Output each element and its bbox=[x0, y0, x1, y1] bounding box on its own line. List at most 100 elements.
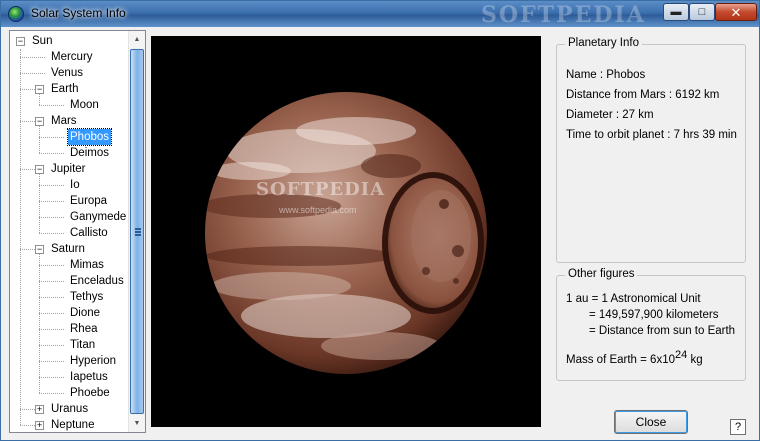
tree-item-label: Titan bbox=[70, 339, 96, 351]
tree-connector bbox=[39, 345, 64, 346]
tree-list: − Sun Mercury Venus − Earth Moon − Mars Phobos Dei… bbox=[10, 31, 128, 432]
info-distance: Distance from Mars : 6192 km bbox=[566, 89, 720, 101]
tree-item-label: Enceladus bbox=[70, 275, 124, 287]
earth-mass-unit: kg bbox=[690, 353, 703, 366]
tree-item-label: Callisto bbox=[70, 227, 108, 239]
collapse-icon[interactable]: − bbox=[35, 245, 44, 254]
info-orbit-time: Time to orbit planet : 7 hrs 39 min bbox=[566, 129, 737, 141]
tree-connector bbox=[20, 49, 21, 425]
titlebar-watermark: SOFTPEDIA bbox=[481, 2, 646, 28]
tree-item-label: Mercury bbox=[51, 51, 93, 63]
other-figures-group: Other figures 1 au = 1 Astronomical Unit… bbox=[556, 268, 746, 381]
earth-mass-prefix: Mass of Earth = 6x10 bbox=[566, 353, 675, 366]
close-button[interactable]: Close bbox=[614, 410, 688, 434]
globe-icon bbox=[8, 6, 24, 22]
tree-item-label: Uranus bbox=[51, 403, 89, 415]
tree-item-label: Venus bbox=[51, 67, 83, 79]
other-figures-title: Other figures bbox=[565, 268, 638, 280]
tree-item-label: Ganymede bbox=[70, 211, 127, 223]
window-title: Solar System Info bbox=[31, 6, 126, 20]
expand-icon[interactable]: + bbox=[35, 405, 44, 414]
tree-connector bbox=[20, 57, 45, 58]
tree-item-label: Io bbox=[70, 179, 80, 191]
arrow-up-icon: ▲ bbox=[133, 36, 141, 43]
tree-connector bbox=[39, 393, 64, 394]
tree-connector bbox=[20, 249, 35, 250]
tree-item-label: Phobos bbox=[66, 128, 113, 146]
app-window: Solar System Info SOFTPEDIA ▬ □ ✕ − Sun Me… bbox=[0, 0, 760, 441]
au-kilometers: = 149,597,900 kilometers bbox=[589, 309, 719, 321]
au-description: = Distance from sun to Earth bbox=[589, 325, 736, 337]
tree-connector bbox=[20, 121, 35, 122]
tree-connector bbox=[39, 361, 64, 362]
tree-connector bbox=[39, 153, 64, 154]
maximize-button[interactable]: □ bbox=[689, 3, 715, 21]
tree-connector bbox=[39, 94, 40, 105]
tree-connector bbox=[20, 169, 35, 170]
grip-icon bbox=[135, 228, 141, 236]
tree-connector bbox=[39, 201, 64, 202]
tree-connector bbox=[39, 265, 64, 266]
viewport-watermark: SOFTPEDIA bbox=[256, 179, 386, 200]
maximize-icon: □ bbox=[698, 5, 706, 18]
info-name: Name : Phobos bbox=[566, 69, 646, 81]
collapse-icon[interactable]: − bbox=[35, 165, 44, 174]
arrow-down-icon: ▼ bbox=[133, 420, 141, 427]
tree-scrollbar[interactable]: ▲ ▼ bbox=[128, 31, 145, 432]
minimize-button[interactable]: ▬ bbox=[663, 3, 689, 21]
scroll-down-button[interactable]: ▼ bbox=[129, 415, 145, 432]
tree-connector bbox=[20, 89, 35, 90]
tree-item-label: Rhea bbox=[70, 323, 98, 335]
minimize-icon: ▬ bbox=[670, 5, 682, 18]
tree-item-label: Dione bbox=[70, 307, 101, 319]
collapse-icon[interactable]: − bbox=[16, 37, 25, 46]
tree-item-label: Europa bbox=[70, 195, 108, 207]
planet-tree-view[interactable]: − Sun Mercury Venus − Earth Moon − Mars Phobos Dei… bbox=[9, 30, 146, 433]
title-bar[interactable]: Solar System Info SOFTPEDIA ▬ □ ✕ bbox=[1, 1, 759, 28]
tree-item-label: Tethys bbox=[70, 291, 104, 303]
phobos-image bbox=[205, 92, 487, 374]
scroll-up-button[interactable]: ▲ bbox=[129, 31, 145, 48]
close-window-button[interactable]: ✕ bbox=[715, 3, 757, 21]
tree-item-label: Phoebe bbox=[70, 387, 110, 399]
tree-connector bbox=[20, 425, 35, 426]
viewport-watermark-url: www.softpedia.com bbox=[279, 205, 357, 215]
tree-connector bbox=[39, 105, 64, 106]
tree-item-label: Iapetus bbox=[70, 371, 108, 383]
tree-connector bbox=[20, 409, 35, 410]
tree-item-label: Hyperion bbox=[70, 355, 117, 367]
tree-item-label: Mimas bbox=[70, 259, 104, 271]
scroll-thumb[interactable] bbox=[130, 49, 144, 414]
tree-item-label: Sun bbox=[32, 35, 53, 47]
au-definition: 1 au = 1 Astronomical Unit bbox=[566, 293, 701, 305]
tree-connector bbox=[39, 281, 64, 282]
tree-connector bbox=[39, 297, 64, 298]
tree-connector bbox=[39, 217, 64, 218]
tree-connector bbox=[39, 137, 64, 138]
tree-connector bbox=[39, 377, 64, 378]
expand-icon[interactable]: + bbox=[35, 421, 44, 430]
tree-item-label: Moon bbox=[70, 99, 99, 111]
tree-connector bbox=[39, 126, 40, 153]
body-image-viewport: SOFTPEDIA www.softpedia.com bbox=[151, 36, 541, 427]
info-diameter: Diameter : 27 km bbox=[566, 109, 654, 121]
tree-item-label: Deimos bbox=[70, 147, 109, 159]
tree-connector bbox=[39, 174, 40, 233]
planetary-info-title: Planetary Info bbox=[565, 37, 642, 49]
tree-item-label: Neptune bbox=[51, 419, 95, 431]
planetary-info-group: Planetary Info Name : Phobos Distance fr… bbox=[556, 37, 746, 263]
tree-item-label: Mars bbox=[51, 115, 77, 127]
tree-connector bbox=[39, 254, 40, 393]
tree-item-label: Jupiter bbox=[51, 163, 86, 175]
tree-item-label: Earth bbox=[51, 83, 79, 95]
help-button[interactable]: ? bbox=[730, 419, 746, 435]
earth-mass-exponent: 24 bbox=[675, 349, 688, 361]
collapse-icon[interactable]: − bbox=[35, 117, 44, 126]
tree-connector bbox=[20, 73, 45, 74]
tree-connector bbox=[39, 233, 64, 234]
tree-connector bbox=[39, 185, 64, 186]
tree-item-label: Saturn bbox=[51, 243, 85, 255]
tree-connector bbox=[39, 329, 64, 330]
collapse-icon[interactable]: − bbox=[35, 85, 44, 94]
earth-mass: Mass of Earth = 6x1024 kg bbox=[566, 349, 703, 366]
